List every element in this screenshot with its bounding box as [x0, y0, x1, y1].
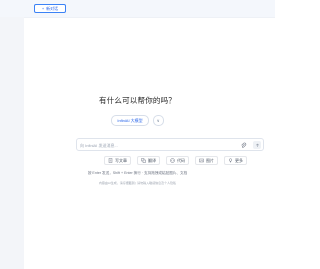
document-icon: [108, 158, 113, 163]
tool-label: 翻译: [148, 157, 156, 163]
tool-more[interactable]: 更多: [224, 156, 247, 165]
tool-code[interactable]: 代码: [166, 156, 189, 165]
model-dropdown-toggle[interactable]: ∨: [152, 115, 164, 126]
tool-label: 写文章: [115, 157, 127, 163]
sidebar-edge: [0, 17, 24, 269]
code-icon: [170, 158, 175, 163]
message-composer: [76, 138, 264, 151]
tool-image[interactable]: 图片: [195, 156, 218, 165]
new-chat-button[interactable]: + 新对话: [34, 4, 66, 13]
lightbulb-icon: [228, 158, 233, 163]
send-arrow-icon: [255, 143, 259, 147]
model-select-button[interactable]: InfiniAI 大模型: [111, 115, 149, 126]
model-selector: InfiniAI 大模型 ∨: [0, 115, 275, 126]
new-chat-label: 新对话: [46, 5, 59, 11]
plus-icon: +: [41, 6, 45, 11]
tool-label: 图片: [206, 157, 214, 163]
tool-label: 更多: [235, 157, 243, 163]
tool-label: 代码: [177, 157, 185, 163]
translate-icon: [141, 158, 146, 163]
top-bar: + 新对话: [0, 0, 275, 18]
tool-write-article[interactable]: 写文章: [104, 156, 131, 165]
page-title: 有什么可以帮你的吗？: [99, 96, 176, 105]
input-hint: 按 Enter 发送，Shift + Enter 换行 · 支持拖拽或粘贴图片、…: [87, 171, 188, 175]
quick-tools: 写文章 翻译 代码 图片 更多: [104, 156, 247, 165]
paperclip-icon[interactable]: [240, 142, 247, 149]
chevron-down-icon: ∨: [156, 118, 160, 123]
send-button[interactable]: [253, 141, 261, 149]
message-input[interactable]: [80, 141, 230, 149]
image-icon: [199, 158, 204, 163]
model-name: InfiniAI 大模型: [117, 117, 143, 123]
tool-translate[interactable]: 翻译: [137, 156, 160, 165]
disclaimer: 内容由AI生成，请仔细甄别 | 请勿输入敏感信息及个人隐私: [98, 181, 177, 185]
